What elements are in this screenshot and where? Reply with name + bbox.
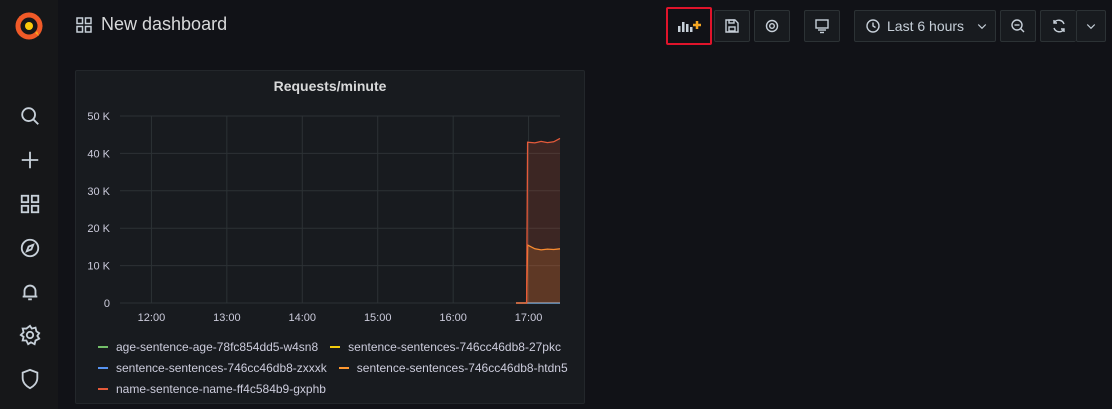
shield-icon[interactable] xyxy=(17,366,43,392)
x-tick-label: 12:00 xyxy=(138,312,166,324)
x-tick-label: 15:00 xyxy=(364,312,392,324)
save-button[interactable] xyxy=(714,10,750,42)
legend-row: name-sentence-name-ff4c584b9-gxphb xyxy=(98,378,580,399)
legend-swatch xyxy=(330,345,341,348)
y-tick-label: 0 xyxy=(104,298,110,310)
chevron-down-icon xyxy=(1086,24,1096,30)
legend-swatch xyxy=(98,387,108,390)
clock-icon xyxy=(866,19,880,33)
x-tick-label: 16:00 xyxy=(439,312,467,324)
time-picker-button[interactable]: Last 6 hours xyxy=(854,10,996,42)
legend-label: sentence-sentences-746cc46db8-zxxxk xyxy=(116,360,327,375)
refresh-icon xyxy=(1052,19,1065,33)
legend-label: age-sentence-age-78fc854dd5-w4sn8 xyxy=(116,339,319,354)
legend-row: sentence-sentences-746cc46db8-zxxxk sente… xyxy=(98,357,580,378)
zoom-out-button[interactable] xyxy=(1000,10,1036,42)
x-tick-label: 14:00 xyxy=(289,312,317,324)
chevron-down-icon xyxy=(977,24,987,30)
graph-panel[interactable]: Requests/minute 0 10 K 20 K 30 K 40 K 50 K 12:… xyxy=(75,70,585,404)
chart-area[interactable]: 0 10 K 20 K 30 K 40 K 50 K 12:00 13:00 14:00 15:0… xyxy=(76,71,586,331)
legend-item[interactable]: age-sentence-age-78fc854dd5-w4sn8 xyxy=(98,340,318,354)
y-tick-label: 20 K xyxy=(87,223,110,235)
legend-item[interactable]: sentence-sentences-746cc46db8-htdn5 xyxy=(338,360,568,375)
legend-label: sentence-sentences-746cc46db8-27pkc xyxy=(348,339,561,354)
legend-swatch xyxy=(98,366,108,369)
settings-button[interactable] xyxy=(754,10,790,42)
zoom-out-icon xyxy=(1011,19,1025,33)
settings-icon[interactable] xyxy=(17,322,43,348)
legend-swatch xyxy=(98,345,108,348)
time-range-label: Last 6 hours xyxy=(887,18,965,34)
view-mode-button[interactable] xyxy=(804,10,840,42)
legend-label: name-sentence-name-ff4c584b9-gxphb xyxy=(116,381,326,396)
explore-icon[interactable] xyxy=(17,235,43,261)
refresh-options-button[interactable] xyxy=(1076,10,1106,42)
y-tick-label: 10 K xyxy=(87,261,110,273)
monitor-icon xyxy=(815,19,829,34)
gear-icon xyxy=(765,19,779,33)
grafana-logo-icon[interactable] xyxy=(13,10,45,42)
legend-row: age-sentence-age-78fc854dd5-w4sn8 sentenc… xyxy=(98,336,580,357)
series-area-5 xyxy=(516,138,560,303)
legend-item[interactable]: name-sentence-name-ff4c584b9-gxphb xyxy=(98,382,326,396)
x-tick-label: 13:00 xyxy=(213,312,241,324)
y-tick-label: 50 K xyxy=(87,111,110,123)
dashboard-grid-icon xyxy=(76,17,92,33)
save-icon xyxy=(725,19,739,33)
sidebar xyxy=(0,0,58,409)
chart-legend: age-sentence-age-78fc854dd5-w4sn8 sentenc… xyxy=(98,336,580,399)
dashboards-icon[interactable] xyxy=(17,191,43,217)
add-panel-icon xyxy=(678,21,701,32)
refresh-button[interactable] xyxy=(1040,10,1076,42)
page-title[interactable]: New dashboard xyxy=(101,14,227,35)
y-tick-label: 30 K xyxy=(87,186,110,198)
add-panel-button[interactable] xyxy=(670,10,708,42)
alerting-icon[interactable] xyxy=(17,279,43,305)
legend-swatch xyxy=(338,366,349,369)
legend-item[interactable]: sentence-sentences-746cc46db8-27pkc xyxy=(330,340,561,354)
legend-item[interactable]: sentence-sentences-746cc46db8-zxxxk xyxy=(98,361,327,375)
x-tick-label: 17:00 xyxy=(515,312,543,324)
plus-icon[interactable] xyxy=(17,147,43,173)
search-icon[interactable] xyxy=(17,103,43,129)
legend-label: sentence-sentences-746cc46db8-htdn5 xyxy=(356,360,568,375)
y-tick-label: 40 K xyxy=(87,148,110,160)
